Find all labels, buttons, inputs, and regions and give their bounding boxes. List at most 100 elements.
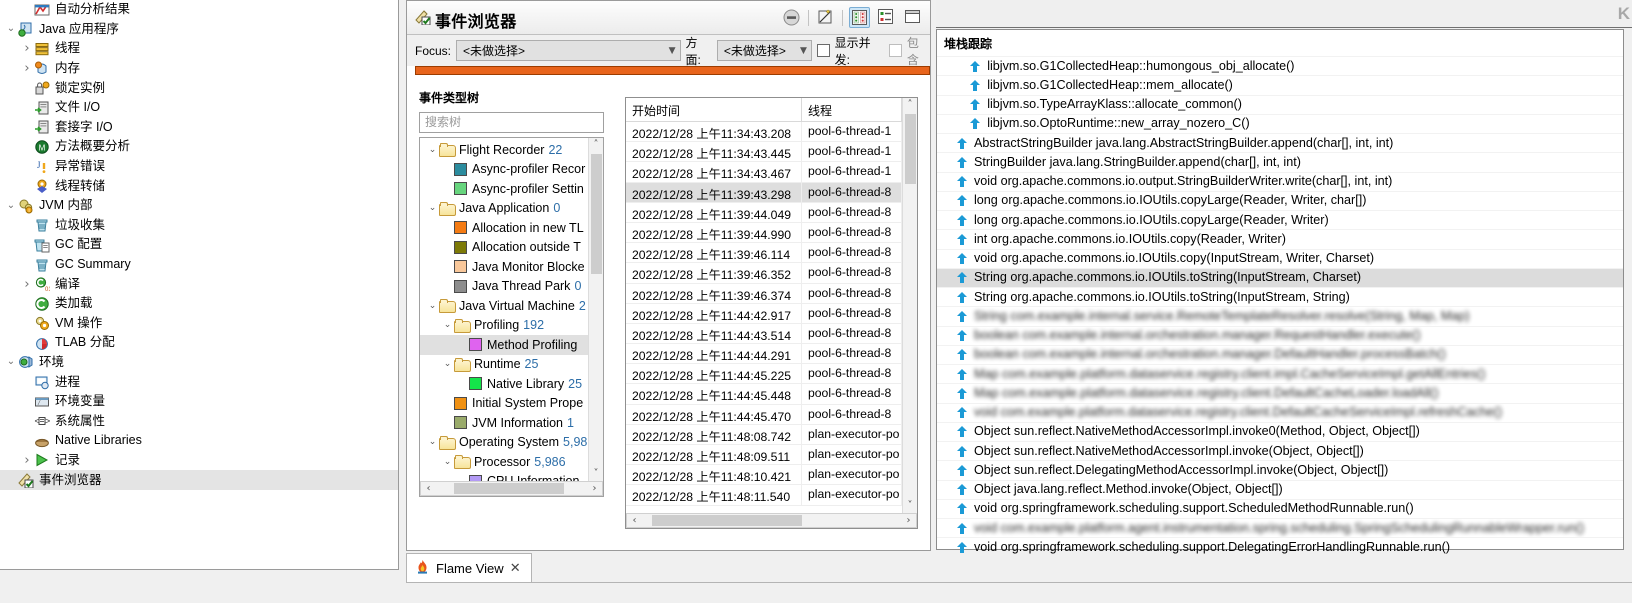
sidebar-item-1[interactable]: ⌄ Java 应用程序	[0, 20, 398, 40]
column-header-start-time[interactable]: 开始时间	[626, 98, 802, 121]
vscroll-thumb[interactable]	[905, 114, 916, 184]
table-row[interactable]: 2022/12/28 上午11:48:11.540 plan-executor-p…	[626, 485, 917, 506]
scroll-left-icon[interactable]: ‹	[421, 483, 436, 494]
stack-frame-row[interactable]: libjvm.so.TypeArrayKlass::allocate_commo…	[937, 94, 1623, 114]
table-row[interactable]: 2022/12/28 上午11:34:43.445 pool-6-thread-1	[626, 142, 917, 163]
sidebar-item-9[interactable]: · 线程转储	[0, 176, 398, 196]
table-row[interactable]: 2022/12/28 上午11:48:10.421 plan-executor-p…	[626, 465, 917, 486]
sidebar-item-0[interactable]: · 自动分析结果	[0, 0, 398, 20]
focus-combo[interactable]: <未做选择> ▼	[456, 40, 681, 61]
event-type-row-5[interactable]: Allocation outside T	[420, 238, 590, 258]
table-row[interactable]: 2022/12/28 上午11:44:45.225 pool-6-thread-8	[626, 364, 917, 385]
events-table-hscrollbar[interactable]: ‹ ›	[626, 513, 917, 528]
outline-tree-panel[interactable]: · 自动分析结果 ⌄ Java 应用程序 › 线程 › 内存 · 锁定实例 · 文件 I/O · 套接字 …	[0, 0, 399, 570]
table-row[interactable]: 2022/12/28 上午11:39:44.049 pool-6-thread-8	[626, 202, 917, 223]
sidebar-item-22[interactable]: · Native Libraries	[0, 431, 398, 451]
sidebar-item-19[interactable]: · 进程	[0, 372, 398, 392]
stack-frame-row[interactable]: void com.example.platform.dataservice.re…	[937, 402, 1623, 422]
event-type-tree[interactable]: ⌄ Flight Recorder 22 Async-profiler Recor As…	[419, 137, 604, 497]
sidebar-item-21[interactable]: ·<> 系统属性	[0, 411, 398, 431]
stack-frame-row[interactable]: long org.apache.commons.io.IOUtils.copyL…	[937, 210, 1623, 229]
stack-frame-row[interactable]: libjvm.so.G1CollectedHeap::humongous_obj…	[937, 56, 1623, 75]
scroll-left-icon[interactable]: ‹	[627, 515, 642, 526]
stack-frame-row[interactable]: Object sun.reflect.NativeMethodAccessorI…	[937, 421, 1623, 441]
stack-frame-row[interactable]: String org.apache.commons.io.IOUtils.toS…	[937, 287, 1623, 306]
hscroll-track[interactable]	[436, 482, 587, 495]
event-type-row-11[interactable]: ⌄ Runtime 25	[420, 355, 590, 375]
sidebar-item-3[interactable]: › 内存	[0, 59, 398, 79]
hscroll-thumb[interactable]	[652, 515, 802, 526]
table-row[interactable]: 2022/12/28 上午11:44:43.514 pool-6-thread-8	[626, 323, 917, 345]
contains-checkbox[interactable]	[889, 44, 902, 57]
minimize-view-icon[interactable]	[781, 7, 802, 28]
stack-frame-row[interactable]: long org.apache.commons.io.IOUtils.copyL…	[937, 190, 1623, 210]
hscroll-thumb[interactable]	[454, 483, 564, 494]
stack-frame-row[interactable]: Object sun.reflect.DelegatingMethodAcces…	[937, 460, 1623, 479]
reset-view-icon[interactable]	[815, 7, 836, 28]
close-icon[interactable]: ✕	[510, 560, 521, 576]
timeline-range-bar[interactable]	[415, 66, 930, 75]
stack-frame-row[interactable]: void org.apache.commons.io.IOUtils.copy(…	[937, 248, 1623, 268]
table-row[interactable]: 2022/12/28 上午11:44:45.470 pool-6-thread-8	[626, 404, 917, 425]
event-type-row-12[interactable]: Native Library 25	[420, 374, 590, 394]
stack-frame-row[interactable]: Object sun.reflect.NativeMethodAccessorI…	[937, 441, 1623, 460]
scroll-up-icon[interactable]: ˄	[908, 98, 913, 112]
event-type-row-1[interactable]: Async-profiler Recor	[420, 160, 590, 180]
sidebar-item-2[interactable]: › 线程	[0, 39, 398, 59]
vscroll-thumb[interactable]	[591, 154, 602, 274]
sidebar-item-24[interactable]: · 事件浏览器	[0, 470, 398, 490]
event-type-row-13[interactable]: Initial System Prope	[420, 394, 590, 414]
sidebar-item-20[interactable]: ·/ 环境变量	[0, 392, 398, 412]
table-row[interactable]: 2022/12/28 上午11:48:08.742 plan-executor-p…	[626, 424, 917, 445]
chevron-down-icon[interactable]: ⌄	[441, 320, 454, 330]
sidebar-item-11[interactable]: · 垃圾收集	[0, 216, 398, 236]
chevron-down-icon[interactable]: ⌄	[4, 200, 18, 211]
event-type-row-3[interactable]: ⌄ Java Application 0	[420, 199, 590, 219]
table-row[interactable]: 2022/12/28 上午11:34:43.208 pool-6-thread-1	[626, 122, 917, 143]
table-row[interactable]: 2022/12/28 上午11:39:44.990 pool-6-thread-8	[626, 222, 917, 244]
table-row[interactable]: 2022/12/28 上午11:39:46.114 pool-6-thread-8	[626, 243, 917, 264]
event-type-row-9[interactable]: ⌄ Profiling 192	[420, 316, 590, 336]
search-tree-input[interactable]: 搜索树	[419, 112, 604, 133]
scroll-right-icon[interactable]: ›	[587, 483, 602, 494]
stack-frame-row[interactable]: AbstractStringBuilder java.lang.Abstract…	[937, 133, 1623, 152]
scroll-right-icon[interactable]: ›	[901, 515, 916, 526]
chevron-right-icon[interactable]: ›	[20, 62, 34, 75]
stack-frame-row[interactable]: libjvm.so.G1CollectedHeap::mem_allocate(…	[937, 75, 1623, 94]
sidebar-item-13[interactable]: · GC Summary	[0, 255, 398, 275]
scroll-down-icon[interactable]: ˅	[594, 467, 599, 481]
stack-frame-row[interactable]: Map com.example.platform.dataservice.reg…	[937, 383, 1623, 402]
event-type-row-10[interactable]: Method Profiling	[420, 335, 590, 355]
chevron-down-icon[interactable]: ⌄	[426, 301, 439, 311]
chevron-right-icon[interactable]: ›	[20, 278, 34, 291]
chevron-down-icon[interactable]: ⌄	[441, 457, 454, 467]
sidebar-item-15[interactable]: · 类加载	[0, 294, 398, 314]
sidebar-item-12[interactable]: · GC 配置	[0, 235, 398, 255]
stack-frame-row[interactable]: Map com.example.platform.dataservice.reg…	[937, 364, 1623, 383]
aspect-combo[interactable]: <未做选择> ▼	[716, 40, 812, 61]
stack-trace-list[interactable]: libjvm.so.G1CollectedHeap::humongous_obj…	[937, 56, 1623, 557]
stack-frame-row[interactable]: libjvm.so.OptoRuntime::new_array_nozero_…	[937, 113, 1623, 133]
event-type-row-4[interactable]: Allocation in new TL	[420, 218, 590, 238]
scroll-down-icon[interactable]: ˅	[908, 499, 913, 513]
event-type-row-0[interactable]: ⌄ Flight Recorder 22	[420, 140, 590, 160]
event-type-row-7[interactable]: Java Thread Park 0	[420, 277, 590, 297]
hscroll-track[interactable]	[642, 514, 901, 527]
table-row[interactable]: 2022/12/28 上午11:48:09.511 plan-executor-p…	[626, 445, 917, 466]
sidebar-item-14[interactable]: › 010 编译	[0, 274, 398, 294]
maximize-view-icon[interactable]	[903, 7, 924, 28]
sidebar-item-4[interactable]: · 锁定实例	[0, 78, 398, 98]
sidebar-item-6[interactable]: · 套接字 I/O	[0, 118, 398, 138]
table-row[interactable]: 2022/12/28 上午11:44:44.291 pool-6-thread-8	[626, 344, 917, 365]
events-table[interactable]: 开始时间 线程 2022/12/28 上午11:34:43.208 pool-6-…	[625, 97, 918, 529]
stack-frame-row[interactable]: Object java.lang.reflect.Method.invoke(O…	[937, 479, 1623, 499]
stack-frame-row[interactable]: void org.springframework.scheduling.supp…	[937, 498, 1623, 518]
event-type-row-14[interactable]: JVM Information 1	[420, 413, 590, 433]
events-table-vscrollbar[interactable]: ˄ ˅	[902, 98, 917, 513]
show-concurrent-checkbox[interactable]	[816, 44, 830, 57]
table-row[interactable]: 2022/12/28 上午11:34:43.467 pool-6-thread-1	[626, 162, 917, 183]
chevron-down-icon[interactable]: ⌄	[441, 359, 454, 369]
stack-frame-row[interactable]: void org.apache.commons.io.output.String…	[937, 171, 1623, 191]
table-row[interactable]: 2022/12/28 上午11:39:43.298 pool-6-thread-8	[626, 182, 917, 203]
event-type-row-15[interactable]: ⌄ Operating System 5,98	[420, 433, 590, 453]
